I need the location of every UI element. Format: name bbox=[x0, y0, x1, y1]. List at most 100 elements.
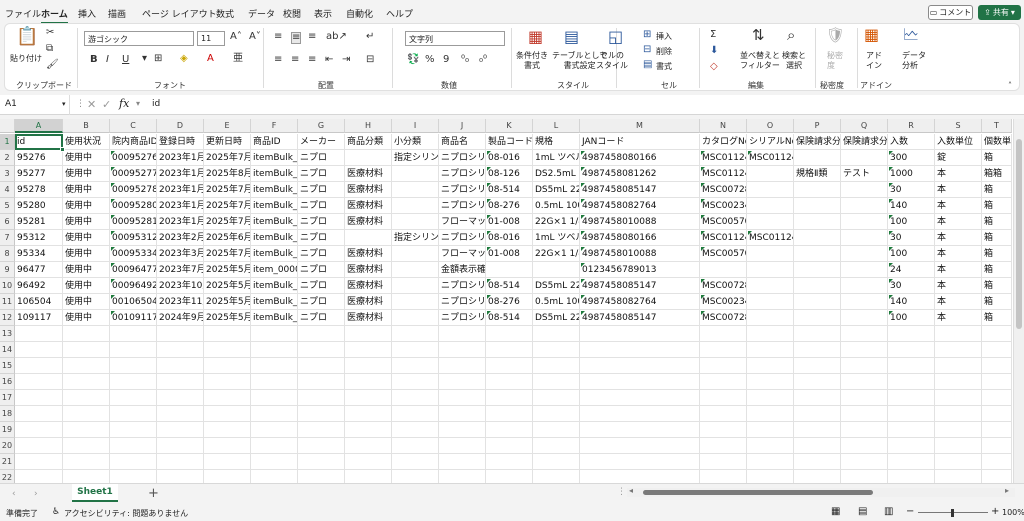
format-cells-button[interactable]: 書式 bbox=[656, 61, 672, 72]
table-cell[interactable] bbox=[486, 470, 533, 483]
table-cell[interactable]: 100 bbox=[888, 214, 935, 230]
table-cell[interactable]: item_0000 bbox=[251, 262, 298, 278]
table-cell[interactable]: 個数単位 bbox=[982, 134, 1012, 150]
table-cell[interactable] bbox=[747, 390, 794, 406]
sort-filter-icon[interactable]: ⇅ bbox=[752, 28, 765, 43]
sheet-tab[interactable]: Sheet1 bbox=[72, 484, 118, 502]
table-cell[interactable]: フローマックス bbox=[439, 214, 486, 230]
table-cell[interactable] bbox=[110, 406, 157, 422]
font-color-icon[interactable]: A bbox=[207, 54, 214, 64]
table-cell[interactable] bbox=[15, 438, 63, 454]
table-cell[interactable] bbox=[298, 326, 345, 342]
table-cell[interactable]: 2023年1月 bbox=[157, 214, 204, 230]
table-cell[interactable] bbox=[345, 390, 392, 406]
table-cell[interactable] bbox=[157, 422, 204, 438]
table-cell[interactable]: ニプロシリンジ bbox=[439, 310, 486, 326]
table-cell[interactable] bbox=[63, 326, 110, 342]
table-cell[interactable]: 商品ID bbox=[251, 134, 298, 150]
table-cell[interactable] bbox=[935, 454, 982, 470]
table-cell[interactable]: 指定シリンジ bbox=[392, 150, 439, 166]
fill-handle[interactable] bbox=[60, 147, 65, 152]
table-cell[interactable]: 95278 bbox=[15, 182, 63, 198]
table-cell[interactable] bbox=[794, 294, 841, 310]
table-cell[interactable] bbox=[392, 278, 439, 294]
table-cell[interactable] bbox=[15, 454, 63, 470]
column-header[interactable]: R bbox=[888, 119, 935, 133]
table-cell[interactable] bbox=[747, 406, 794, 422]
table-cell[interactable]: 2025年5月 bbox=[204, 310, 251, 326]
scroll-thumb[interactable] bbox=[1016, 139, 1022, 329]
table-cell[interactable]: 2023年1月 bbox=[157, 150, 204, 166]
table-cell[interactable]: 1000 bbox=[888, 166, 935, 182]
row-header[interactable]: 5 bbox=[0, 198, 15, 214]
table-cell[interactable]: ニプロ bbox=[298, 262, 345, 278]
menu-tab[interactable]: 数式 bbox=[216, 7, 234, 20]
insert-cells-icon[interactable]: ⊞ bbox=[643, 30, 651, 40]
table-cell[interactable]: 22G×1 1/4 bbox=[533, 214, 580, 230]
table-cell[interactable]: 100 bbox=[888, 246, 935, 262]
scroll-right-icon[interactable]: ▸ bbox=[1005, 486, 1009, 495]
column-header[interactable]: C bbox=[110, 119, 157, 133]
table-cell[interactable] bbox=[747, 326, 794, 342]
number-percent-icon[interactable]: % bbox=[425, 55, 435, 65]
table-cell[interactable] bbox=[486, 262, 533, 278]
table-cell[interactable]: 使用中 bbox=[63, 166, 110, 182]
table-cell[interactable] bbox=[700, 422, 747, 438]
table-cell[interactable] bbox=[63, 374, 110, 390]
table-cell[interactable] bbox=[251, 422, 298, 438]
table-cell[interactable] bbox=[15, 374, 63, 390]
table-cell[interactable] bbox=[935, 342, 982, 358]
column-header[interactable]: T bbox=[982, 119, 1012, 133]
table-cell[interactable] bbox=[345, 150, 392, 166]
menu-tab[interactable]: データ bbox=[248, 7, 275, 20]
table-cell[interactable] bbox=[794, 422, 841, 438]
row-header[interactable]: 12 bbox=[0, 310, 15, 326]
table-cell[interactable]: 30 bbox=[888, 230, 935, 246]
table-cell[interactable] bbox=[345, 470, 392, 483]
table-cell[interactable]: ニプロ bbox=[298, 198, 345, 214]
table-cell[interactable] bbox=[251, 438, 298, 454]
delete-cells-icon[interactable]: ⊟ bbox=[643, 45, 651, 55]
table-cell[interactable]: 規格 bbox=[533, 134, 580, 150]
column-header[interactable]: G bbox=[298, 119, 345, 133]
table-cell[interactable]: 保険請求分類2 bbox=[841, 134, 888, 150]
table-cell[interactable]: MSC0112437 bbox=[700, 166, 747, 182]
comment-button[interactable]: ▭ コメント bbox=[928, 5, 973, 20]
column-header[interactable]: K bbox=[486, 119, 533, 133]
column-header[interactable]: M bbox=[580, 119, 700, 133]
table-cell[interactable] bbox=[935, 422, 982, 438]
delete-cells-button[interactable]: 削除 bbox=[656, 46, 672, 57]
table-cell[interactable]: 医療材料 bbox=[345, 198, 392, 214]
column-header[interactable]: B bbox=[63, 119, 110, 133]
table-cell[interactable] bbox=[982, 422, 1012, 438]
table-cell[interactable] bbox=[794, 278, 841, 294]
menu-tab[interactable]: ホーム bbox=[41, 7, 68, 24]
row-header[interactable]: 8 bbox=[0, 246, 15, 262]
table-cell[interactable]: 2023年11月 bbox=[157, 294, 204, 310]
table-cell[interactable]: 本 bbox=[935, 182, 982, 198]
chevron-down-icon[interactable]: ▾ bbox=[62, 100, 66, 108]
table-cell[interactable]: 2025年7月 bbox=[204, 246, 251, 262]
table-cell[interactable]: 2023年3月 bbox=[157, 246, 204, 262]
accessibility-status[interactable]: アクセシビリティ: 問題ありません bbox=[64, 508, 188, 519]
table-cell[interactable]: 00095281 bbox=[110, 214, 157, 230]
table-cell[interactable]: 医療材料 bbox=[345, 182, 392, 198]
table-cell[interactable]: 箱 bbox=[982, 214, 1012, 230]
table-cell[interactable] bbox=[533, 438, 580, 454]
table-cell[interactable] bbox=[580, 358, 700, 374]
table-cell[interactable] bbox=[110, 454, 157, 470]
table-cell[interactable] bbox=[157, 358, 204, 374]
menu-tab[interactable]: 描画 bbox=[108, 7, 126, 20]
table-cell[interactable] bbox=[345, 342, 392, 358]
table-cell[interactable]: 00096477 bbox=[110, 262, 157, 278]
row-header[interactable]: 21 bbox=[0, 454, 15, 470]
add-sheet-icon[interactable]: + bbox=[148, 486, 159, 501]
cut-icon[interactable]: ✂ bbox=[46, 28, 54, 38]
table-cell[interactable]: カタログNo bbox=[700, 134, 747, 150]
table-cell[interactable]: 4987458081262 bbox=[580, 166, 700, 182]
table-cell[interactable] bbox=[888, 454, 935, 470]
page-break-icon[interactable]: ▥ bbox=[884, 506, 893, 517]
table-cell[interactable]: ニプロ bbox=[298, 246, 345, 262]
table-cell[interactable]: 00095277 bbox=[110, 166, 157, 182]
table-cell[interactable] bbox=[580, 326, 700, 342]
